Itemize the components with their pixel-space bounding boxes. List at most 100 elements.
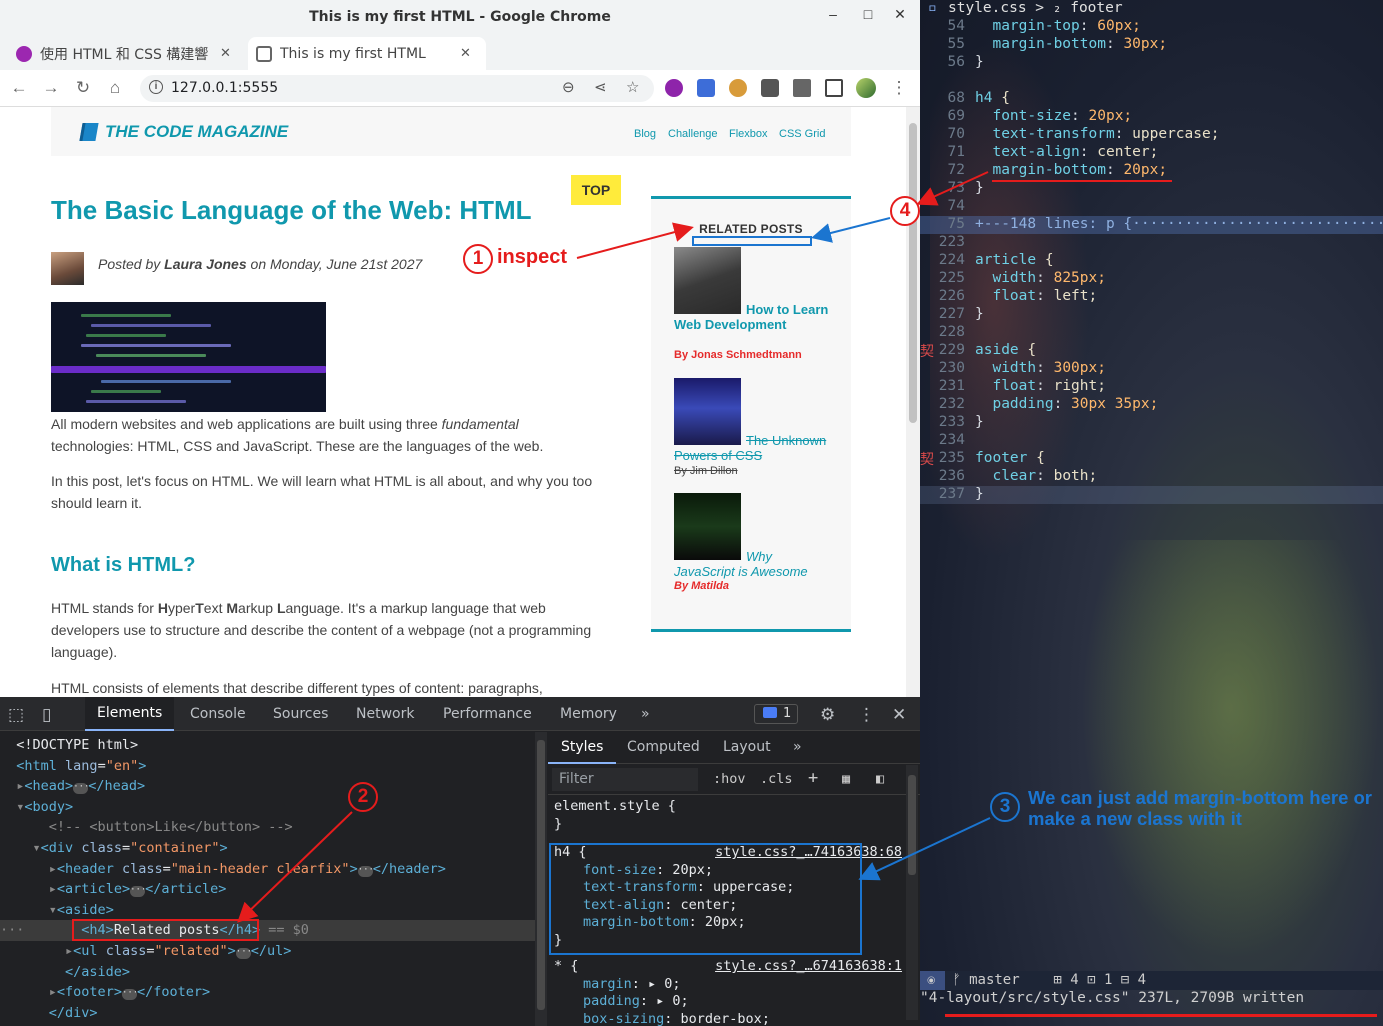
tab-sources[interactable]: Sources [273, 706, 328, 722]
nav-link-blog[interactable]: Blog [634, 128, 656, 140]
tab-elements[interactable]: Elements [85, 697, 175, 731]
more-tabs-icon[interactable]: » [641, 706, 650, 722]
site-logo[interactable]: THE CODE MAGAZINE [105, 122, 288, 142]
dom-node[interactable]: </aside> [0, 962, 535, 983]
code-line[interactable]: 73} [920, 180, 1383, 198]
dom-node[interactable]: <!-- <button>Like</button> --> [0, 817, 535, 838]
code-line[interactable]: 235 footer { [920, 450, 1383, 468]
cls-toggle[interactable]: .cls [760, 771, 793, 787]
dom-node[interactable]: ▸<article>···</article> [0, 879, 535, 900]
translate-extension-icon[interactable] [697, 79, 715, 97]
reload-icon[interactable]: ↻ [72, 78, 94, 98]
code-line[interactable]: 70 text-transform: uppercase; [920, 126, 1383, 144]
hov-toggle[interactable]: :hov [713, 771, 746, 787]
url-text[interactable]: 127.0.0.1:5555 [171, 80, 278, 96]
dom-node[interactable]: ▾<body> [0, 797, 535, 818]
home-icon[interactable]: ⌂ [104, 78, 126, 98]
nav-link-css-grid[interactable]: CSS Grid [779, 128, 825, 140]
code-line[interactable]: 225 width: 825px; [920, 270, 1383, 288]
code-line[interactable]: 71 text-align: center; [920, 144, 1383, 162]
code-line[interactable]: 68 h4 { [920, 90, 1383, 108]
extension-icon[interactable] [665, 79, 683, 97]
tab-layout[interactable]: Layout [723, 739, 771, 755]
minimize-button[interactable]: – [823, 6, 843, 22]
universal-rule-source-link[interactable]: style.css?_…674163638:1 [715, 958, 902, 976]
code-line[interactable]: 226 float: left; [920, 288, 1383, 306]
code-line[interactable]: 69 font-size: 20px; [920, 108, 1383, 126]
top-button[interactable]: TOP [571, 175, 621, 205]
share-icon[interactable]: ⋖ [594, 78, 607, 96]
code-line[interactable]: 232 padding: 30px 35px; [920, 396, 1383, 414]
chrome-menu-icon[interactable]: ⋮ [888, 78, 910, 98]
bookmark-star-icon[interactable]: ☆ [626, 78, 639, 96]
dom-scrollbar[interactable] [535, 732, 547, 1026]
dom-node[interactable]: </div> [0, 1003, 535, 1024]
site-info-icon[interactable]: i [149, 80, 163, 94]
code-line[interactable]: 237} [920, 486, 1383, 504]
css-declaration[interactable]: margin: ▸ 0; [554, 976, 906, 994]
tab-memory[interactable]: Memory [560, 706, 617, 722]
dom-node[interactable]: ▾<aside> [0, 900, 535, 921]
tab-console[interactable]: Console [190, 706, 246, 722]
styles-filter-input[interactable]: Filter [552, 768, 698, 791]
css-declaration[interactable]: box-sizing: border-box; [554, 1011, 906, 1026]
dom-node[interactable]: ▾<div class="container"> [0, 838, 535, 859]
close-window-button[interactable]: ✕ [890, 6, 910, 23]
close-devtools-icon[interactable]: ✕ [892, 705, 906, 725]
close-tab-icon[interactable]: ✕ [460, 46, 471, 61]
toggle-sidebar-icon[interactable]: ◧ [876, 771, 884, 787]
devtools-menu-icon[interactable]: ⋮ [858, 705, 875, 725]
tab-performance[interactable]: Performance [443, 706, 532, 722]
tab-active[interactable]: This is my first HTML ✕ [248, 37, 486, 70]
code-line[interactable]: 227} [920, 306, 1383, 324]
code-line[interactable]: 74 [920, 198, 1383, 216]
code-line[interactable]: 236 clear: both; [920, 468, 1383, 486]
issues-badge[interactable]: 1 [754, 704, 798, 724]
back-icon[interactable]: ← [8, 78, 30, 98]
code-line[interactable]: 231 float: right; [920, 378, 1383, 396]
code-line[interactable]: 224 article { [920, 252, 1383, 270]
cookie-extension-icon[interactable] [729, 79, 747, 97]
code-line[interactable]: 72 margin-bottom: 20px; [920, 162, 1383, 180]
maximize-button[interactable]: □ [858, 6, 878, 22]
related-post-title[interactable]: How to Learn Web Development [674, 302, 834, 332]
close-tab-icon[interactable]: ✕ [220, 46, 231, 61]
code-line[interactable]: 55 margin-bottom: 30px; [920, 36, 1383, 54]
dom-node[interactable]: ▸<header class="main-header clearfix">··… [0, 859, 535, 880]
universal-style-rule[interactable]: * { style.css?_…674163638:1 margin: ▸ 0;… [548, 958, 906, 1026]
dom-node[interactable]: ▸<ul class="related">···</ul> [0, 941, 535, 962]
side-panel-icon[interactable] [825, 79, 843, 97]
reading-list-icon[interactable] [793, 79, 811, 97]
inspect-element-icon[interactable]: ⬚ [8, 705, 24, 725]
zoom-icon[interactable]: ⊖ [562, 78, 575, 96]
paint-icon[interactable]: ▦ [842, 771, 850, 787]
code-line[interactable]: 56} [920, 54, 1383, 72]
profile-avatar[interactable] [856, 78, 876, 98]
related-post-title[interactable]: Why JavaScript is Awesome [674, 549, 834, 579]
settings-gear-icon[interactable]: ⚙ [820, 705, 835, 725]
address-bar[interactable]: i 127.0.0.1:5555 ⊖ ⋖ ☆ [140, 75, 654, 102]
forward-icon[interactable]: → [40, 78, 62, 98]
code-line[interactable]: 234 [920, 432, 1383, 450]
element-style-rule[interactable]: element.style { } [548, 798, 906, 833]
code-line[interactable]: 228 [920, 324, 1383, 342]
tab-styles[interactable]: Styles [548, 732, 617, 764]
more-style-tabs-icon[interactable]: » [793, 739, 802, 755]
add-rule-icon[interactable]: + [808, 768, 818, 788]
dom-node[interactable]: ▸<footer>···</footer> [0, 982, 535, 1003]
code-line[interactable]: 229 aside { [920, 342, 1383, 360]
tab-network[interactable]: Network [356, 706, 414, 722]
tab-other[interactable]: 使用 HTML 和 CSS 構建響 ✕ [8, 37, 244, 70]
puzzle-extensions-icon[interactable] [761, 79, 779, 97]
dom-node[interactable]: <!DOCTYPE html> [0, 735, 535, 756]
related-post-title[interactable]: The Unknown Powers of CSS [674, 433, 834, 463]
css-declaration[interactable]: padding: ▸ 0; [554, 993, 906, 1011]
code-line[interactable]: 223 [920, 234, 1383, 252]
code-line[interactable]: 54 margin-top: 60px; [920, 18, 1383, 36]
nav-link-flexbox[interactable]: Flexbox [729, 128, 768, 140]
styles-scrollbar[interactable] [906, 765, 918, 1020]
code-line[interactable]: 75 +---148 lines: p {····················… [920, 216, 1383, 234]
device-toolbar-icon[interactable]: ▯ [42, 705, 51, 725]
dom-node[interactable]: ▸<head>···</head> [0, 776, 535, 797]
code-line[interactable]: 233} [920, 414, 1383, 432]
